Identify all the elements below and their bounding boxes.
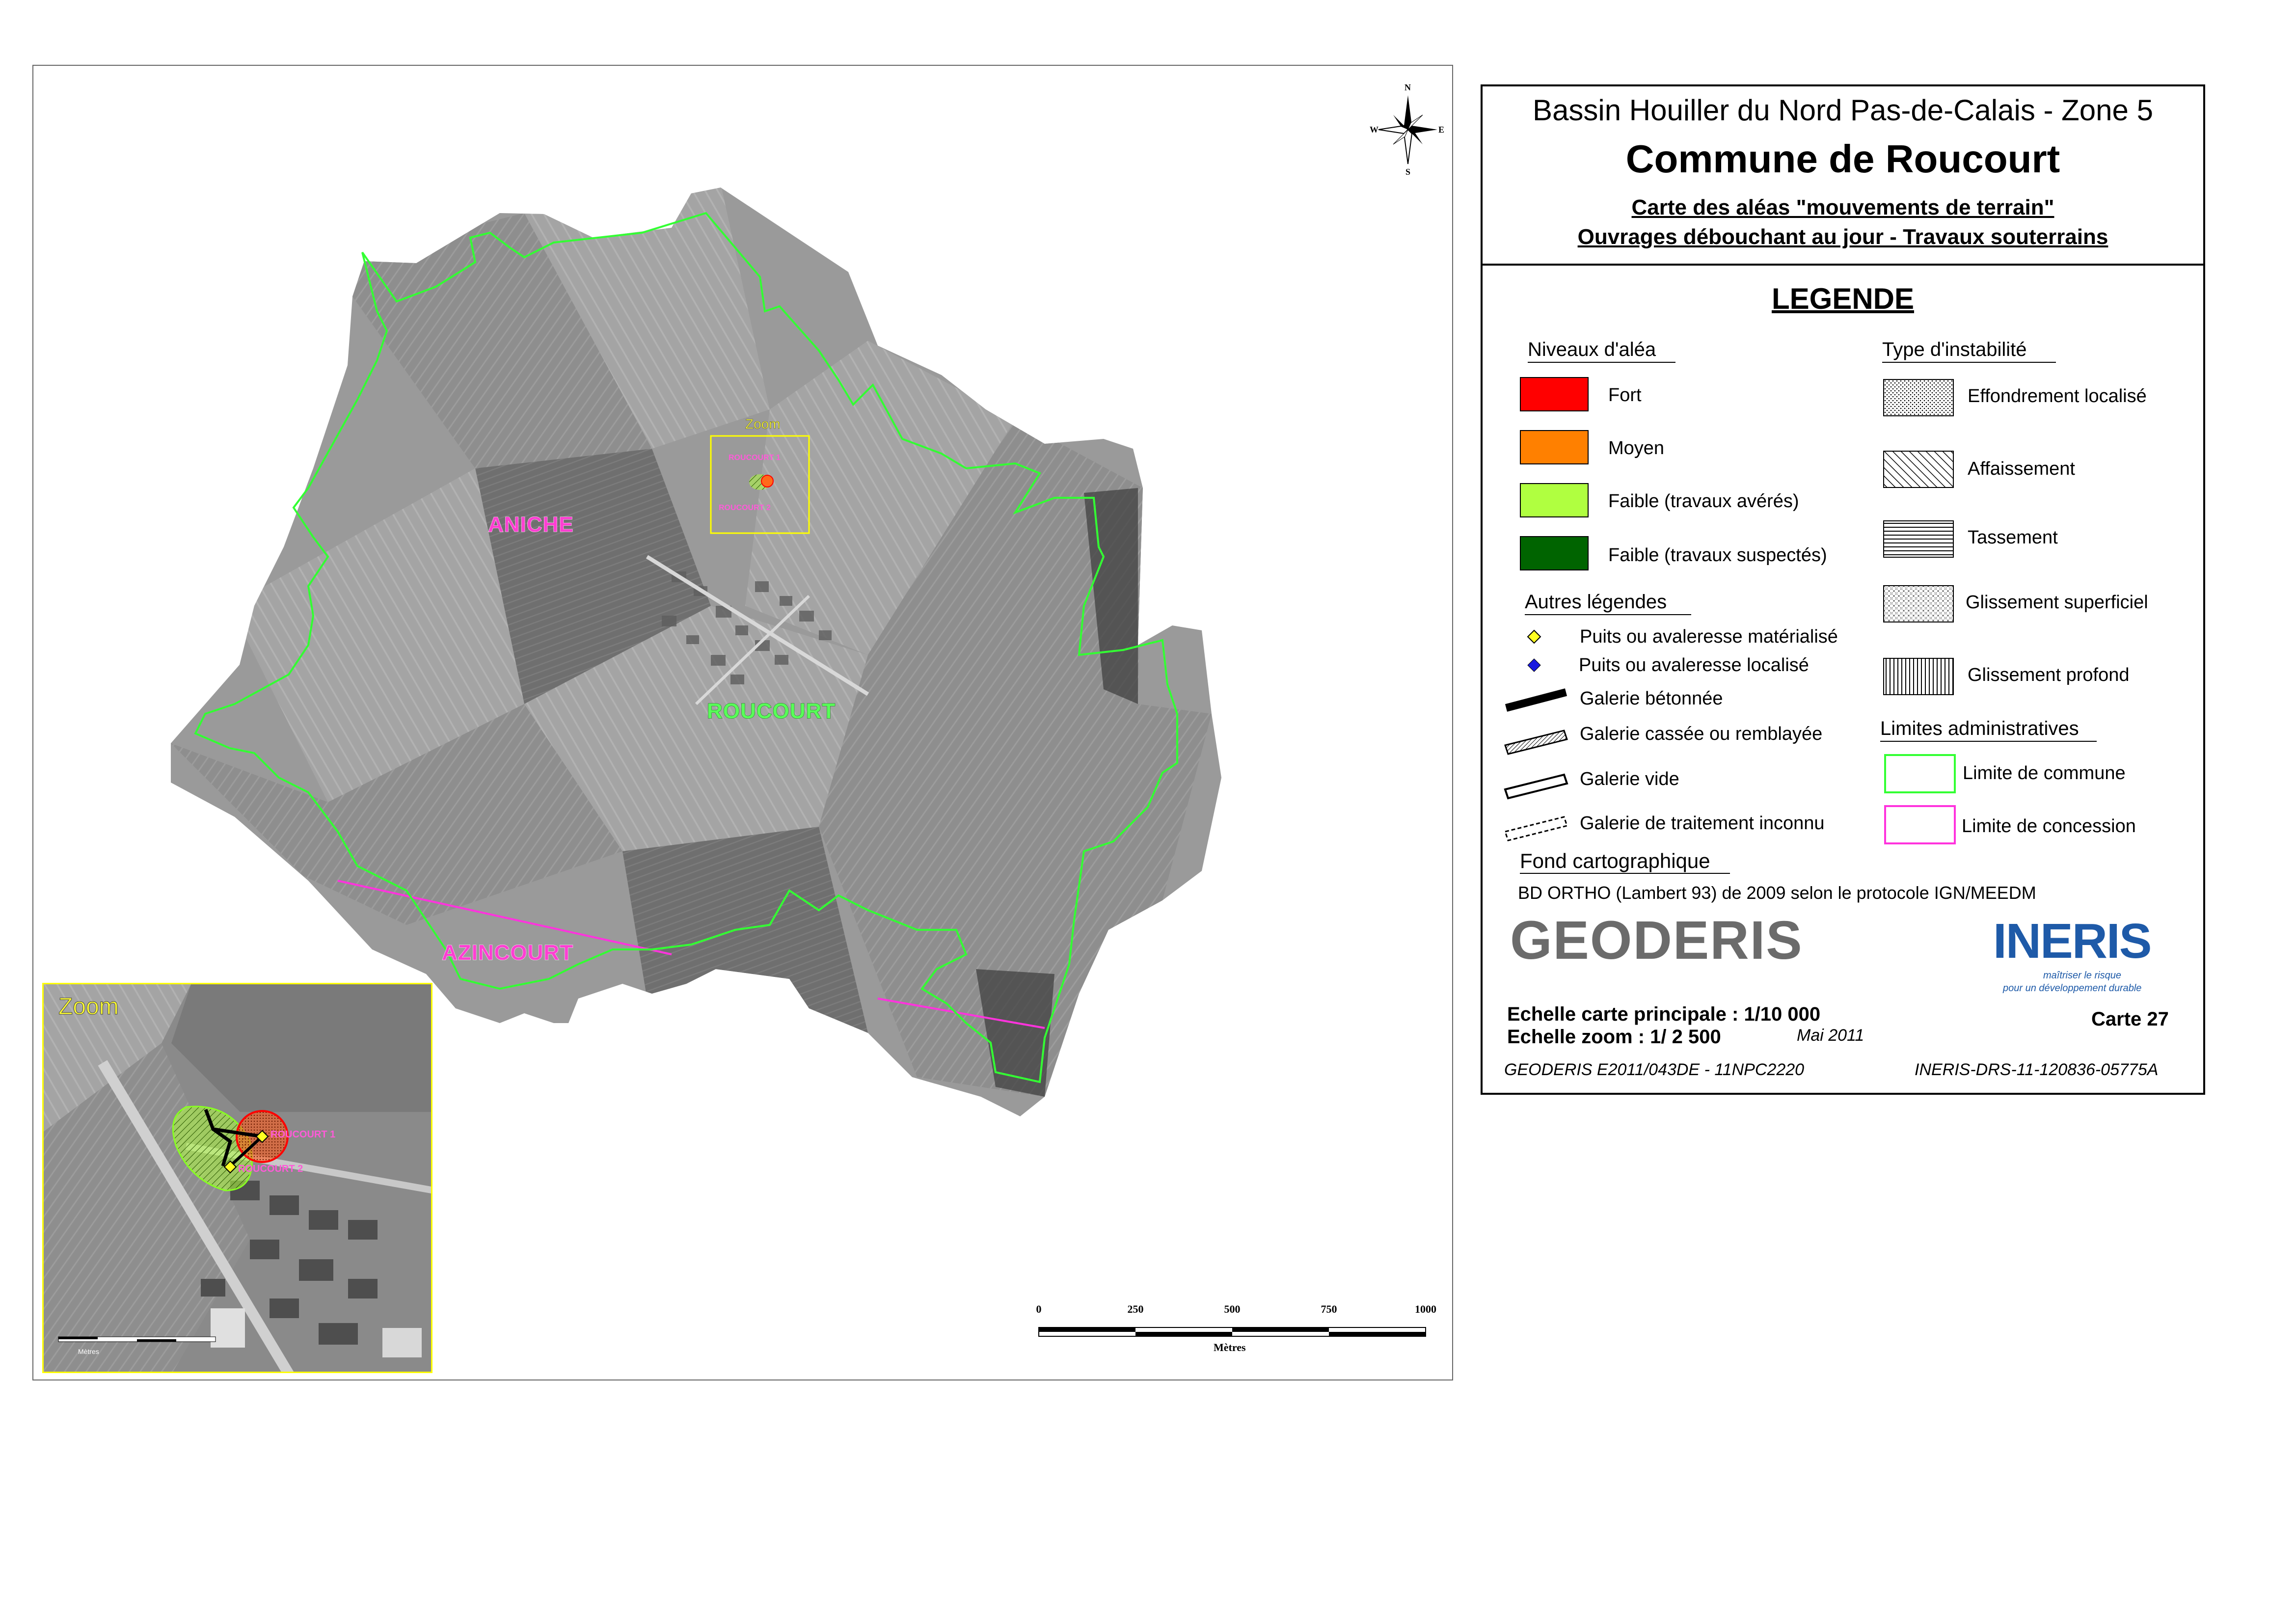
legend-label-limite-concession: Limite de concession — [1962, 816, 2136, 837]
galerie-vide-icon — [1504, 773, 1568, 800]
pattern-tassement — [1883, 520, 1954, 558]
pattern-glissement-superficiel — [1883, 585, 1954, 622]
puits-localise-icon — [1527, 658, 1541, 672]
commune-title: Commune de Roucourt — [1625, 137, 2060, 181]
scale-tick-label: 500 — [1224, 1303, 1241, 1315]
legend-label-glissement-profond: Glissement profond — [1968, 665, 2130, 685]
geoderis-logo: GEODERIS — [1510, 910, 1803, 971]
compass-south-label: S — [1405, 167, 1411, 177]
map-subject-title: Carte des aléas "mouvements de terrain" — [1631, 195, 2054, 219]
ouvrage-label-roucourt-1: ROUCOURT 1 — [729, 454, 781, 462]
ineris-tagline-1: maîtriser le risque — [2043, 970, 2121, 981]
pattern-glissement-profond — [1883, 658, 1954, 695]
scale-tick-label: 250 — [1127, 1303, 1144, 1315]
legend-swatch-fort — [1520, 377, 1589, 411]
commune-label-roucourt: ROUCOURT — [706, 699, 836, 724]
legend-section-autres: Autres légendes — [1525, 591, 1692, 615]
legend-label-faible-suspectes: Faible (travaux suspectés) — [1608, 545, 1827, 566]
map-frame[interactable]: ANICHE ROUCOURT AZINCOURT Zoom ROUCOURT … — [32, 65, 1453, 1380]
scale-tick-label: 1000 — [1415, 1303, 1436, 1315]
swatch-limite-commune — [1884, 754, 1956, 793]
geoderis-reference: GEODERIS E2011/043DE - 11NPC2220 — [1504, 1060, 1805, 1079]
legend-label-moyen: Moyen — [1608, 438, 1665, 459]
legend-panel: Bassin Houiller du Nord Pas-de-Calais - … — [1481, 84, 2205, 1095]
galerie-betonnee-icon — [1505, 688, 1567, 712]
map-series-title: Bassin Houiller du Nord Pas-de-Calais - … — [1533, 94, 2153, 127]
legend-label-fort: Fort — [1608, 385, 1642, 406]
zoom-area-label: Zoom — [745, 416, 781, 432]
scale-zoom-text: Echelle zoom : 1/ 2 500 — [1507, 1026, 1721, 1048]
legend-label-tassement: Tassement — [1968, 527, 2058, 548]
legend-label-galerie-inconnue: Galerie de traitement inconnu — [1580, 813, 1825, 834]
inset-ouvrage-label-roucourt-1: ROUCOURT 1 — [270, 1129, 336, 1140]
zoom-inset-map[interactable]: Zoom ROUCOURT 1 ROUCOURT 2 Mètres — [42, 983, 432, 1373]
scale-tick-label: 0 — [1036, 1303, 1042, 1315]
inset-ouvrage-label-roucourt-2: ROUCOURT 2 — [238, 1163, 303, 1174]
compass-east-label: E — [1438, 125, 1445, 135]
swatch-limite-concession — [1884, 805, 1956, 844]
ineris-tagline-2: pour un développement durable — [2003, 983, 2142, 994]
legend-swatch-faible-suspectes — [1520, 536, 1589, 570]
legend-label-galerie-betonnee: Galerie bétonnée — [1580, 688, 1723, 709]
galerie-cassee-icon — [1504, 730, 1568, 755]
legend-section-niveaux: Niveaux d'aléa — [1528, 339, 1676, 363]
galerie-inconnue-icon — [1504, 816, 1568, 841]
legend-label-affaissement: Affaissement — [1968, 459, 2075, 479]
legend-label-effondrement: Effondrement localisé — [1968, 386, 2147, 406]
title-block: Bassin Houiller du Nord Pas-de-Calais - … — [1483, 86, 2203, 266]
legend-section-fond: Fond cartographique — [1520, 849, 1730, 874]
legend-label-faible-averes: Faible (travaux avérés) — [1608, 491, 1799, 512]
commune-label-azincourt: AZINCOURT — [441, 941, 574, 965]
zoom-inset-title: Zoom — [58, 994, 119, 1020]
date-text: Mai 2011 — [1797, 1026, 1864, 1045]
scale-unit-label: Mètres — [1214, 1341, 1246, 1353]
compass-west-label: W — [1370, 125, 1378, 135]
legend-label-puits-localise: Puits ou avaleresse localisé — [1579, 655, 1809, 676]
fond-cartographique-text: BD ORTHO (Lambert 93) de 2009 selon le p… — [1518, 883, 2036, 903]
legend-swatch-moyen — [1520, 430, 1589, 464]
legend-label-puits-materialise: Puits ou avaleresse matérialisé — [1580, 626, 1838, 647]
ouvrage-label-roucourt-2: ROUCOURT 2 — [719, 504, 771, 512]
scale-main-text: Echelle carte principale : 1/10 000 — [1507, 1003, 1821, 1025]
north-arrow-compass: N S E W — [1369, 81, 1447, 179]
puits-materialise-icon — [1527, 629, 1541, 644]
map-number: Carte 27 — [2091, 1008, 2169, 1030]
pattern-effondrement — [1883, 379, 1954, 416]
compass-rose-icon — [1378, 95, 1437, 164]
ineris-logo: INERIS — [1993, 914, 2152, 969]
zoom-inset-photo — [44, 984, 431, 1372]
compass-north-label: N — [1405, 82, 1411, 92]
scale-bar: 0 250 500 750 1000 Mètres — [1027, 1303, 1437, 1357]
pattern-affaissement — [1883, 451, 1954, 488]
legend-label-galerie-cassee: Galerie cassée ou remblayée — [1580, 724, 1823, 744]
legend-section-limites: Limites administratives — [1880, 718, 2097, 742]
inset-scale-unit-label: Mètres — [78, 1348, 99, 1355]
commune-label-aniche: ANICHE — [488, 513, 574, 537]
legend-section-instabilite: Type d'instabilité — [1882, 339, 2056, 363]
legend-label-glissement-superficiel: Glissement superficiel — [1966, 592, 2148, 613]
legend-swatch-faible-averes — [1520, 483, 1589, 517]
scale-tick-label: 750 — [1321, 1303, 1337, 1315]
ineris-reference: INERIS-DRS-11-120836-05775A — [1915, 1060, 2159, 1079]
legend-label-limite-commune: Limite de commune — [1963, 763, 2126, 784]
legend-heading: LEGENDE — [1771, 282, 1915, 315]
map-subject-subtitle: Ouvrages débouchant au jour - Travaux so… — [1577, 225, 2108, 249]
legend-label-galerie-vide: Galerie vide — [1580, 769, 1679, 789]
